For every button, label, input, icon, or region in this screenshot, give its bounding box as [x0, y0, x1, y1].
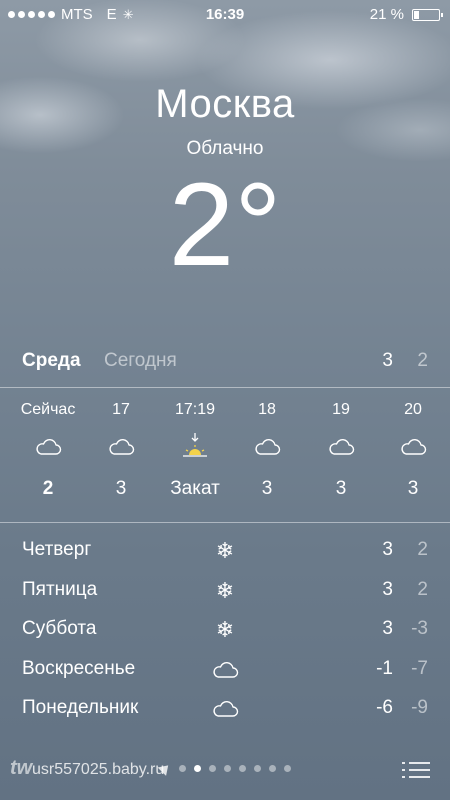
battery-percent: 21 %	[369, 6, 404, 23]
snowflake-icon: ❄	[215, 617, 235, 642]
daily-high: 3	[382, 539, 393, 560]
hourly-value: 3	[261, 478, 273, 499]
daily-row: Пятница ❄ 3 2	[0, 577, 450, 617]
city-list-icon[interactable]	[402, 760, 430, 780]
cloud-icon	[210, 695, 240, 723]
today-label: Сегодня	[104, 350, 177, 371]
status-bar: MTS E ✳ 16:39 21 %	[0, 0, 450, 30]
hourly-item: 17 3	[81, 398, 161, 506]
hourly-item: Сейчас 2	[8, 398, 88, 506]
page-dot[interactable]	[179, 765, 186, 772]
today-day-name: Среда	[22, 350, 81, 371]
daily-row: Воскресенье -1 -7	[0, 656, 450, 696]
daily-day-name: Суббота	[22, 618, 97, 639]
page-indicator[interactable]	[0, 761, 450, 776]
cloud-icon	[210, 656, 240, 684]
daily-low: -3	[411, 618, 428, 639]
daily-day-name: Понедельник	[22, 697, 139, 718]
hourly-item: 18 3	[227, 398, 307, 506]
today-summary-row: Среда Сегодня 3 2	[0, 350, 450, 376]
cloud-icon	[8, 422, 88, 472]
sunset-icon	[155, 422, 235, 472]
bottom-toolbar: tw usr557025.baby.ru	[0, 745, 450, 800]
hourly-time: Сейчас	[20, 401, 76, 418]
snowflake-icon: ❄	[215, 577, 235, 603]
daily-high: -6	[376, 697, 393, 718]
daily-high: 3	[382, 578, 393, 600]
page-dot[interactable]	[269, 765, 276, 772]
today-low: 2	[417, 350, 428, 371]
daily-low: 2	[417, 578, 428, 600]
daily-day-name: Пятница	[22, 578, 98, 600]
cloud-icon	[373, 422, 450, 472]
hourly-time: 18	[258, 401, 276, 418]
current-temperature: 2°	[168, 159, 282, 291]
daily-low: 2	[417, 539, 428, 560]
divider-top	[0, 387, 450, 388]
cloud-icon	[81, 422, 161, 472]
page-dot[interactable]	[209, 765, 216, 772]
today-high: 3	[382, 350, 393, 371]
page-dot[interactable]	[194, 765, 201, 772]
page-dot[interactable]	[284, 765, 291, 772]
cloud-icon	[227, 422, 307, 472]
daily-day-name: Воскресенье	[22, 657, 136, 679]
daily-low: -7	[411, 657, 428, 679]
hourly-forecast[interactable]: Сейчас 2 17 3 17:19 Закат 18 3 19 3 20 3	[0, 398, 450, 518]
daily-row: Четверг ❄ 3 2	[0, 537, 450, 577]
cloud-icon	[301, 422, 381, 472]
battery-icon	[412, 8, 443, 21]
hourly-item: 19 3	[301, 398, 381, 506]
hourly-item: 20 3	[373, 398, 450, 506]
hourly-time: 17	[112, 401, 130, 418]
status-right: 21 %	[369, 6, 443, 23]
divider-bottom	[0, 522, 450, 523]
weather-condition: Облачно	[186, 138, 264, 159]
hourly-time: 20	[404, 401, 422, 418]
page-dot[interactable]	[239, 765, 246, 772]
city-name: Москва	[155, 82, 295, 126]
hourly-value: Закат	[170, 478, 220, 499]
daily-forecast: Четверг ❄ 3 2 Пятница ❄ 3 2 Суббота ❄ 3 -3 Воскресен…	[0, 537, 450, 735]
daily-row: Суббота ❄ 3 -3	[0, 616, 450, 656]
hourly-time: 19	[332, 401, 350, 418]
page-dot[interactable]	[254, 765, 261, 772]
snowflake-icon: ❄	[215, 538, 235, 563]
hourly-value: 3	[115, 478, 127, 499]
hourly-item: 17:19 Закат	[155, 398, 235, 506]
hourly-time: 17:19	[174, 401, 216, 418]
daily-day-name: Четверг	[22, 539, 92, 560]
hourly-value: 3	[335, 478, 347, 499]
page-dot[interactable]	[224, 765, 231, 772]
daily-row: Понедельник -6 -9	[0, 695, 450, 735]
hourly-value: 3	[407, 478, 419, 499]
hourly-value: 2	[42, 478, 54, 499]
daily-high: -1	[376, 657, 393, 679]
daily-low: -9	[411, 697, 428, 718]
daily-high: 3	[382, 618, 393, 639]
